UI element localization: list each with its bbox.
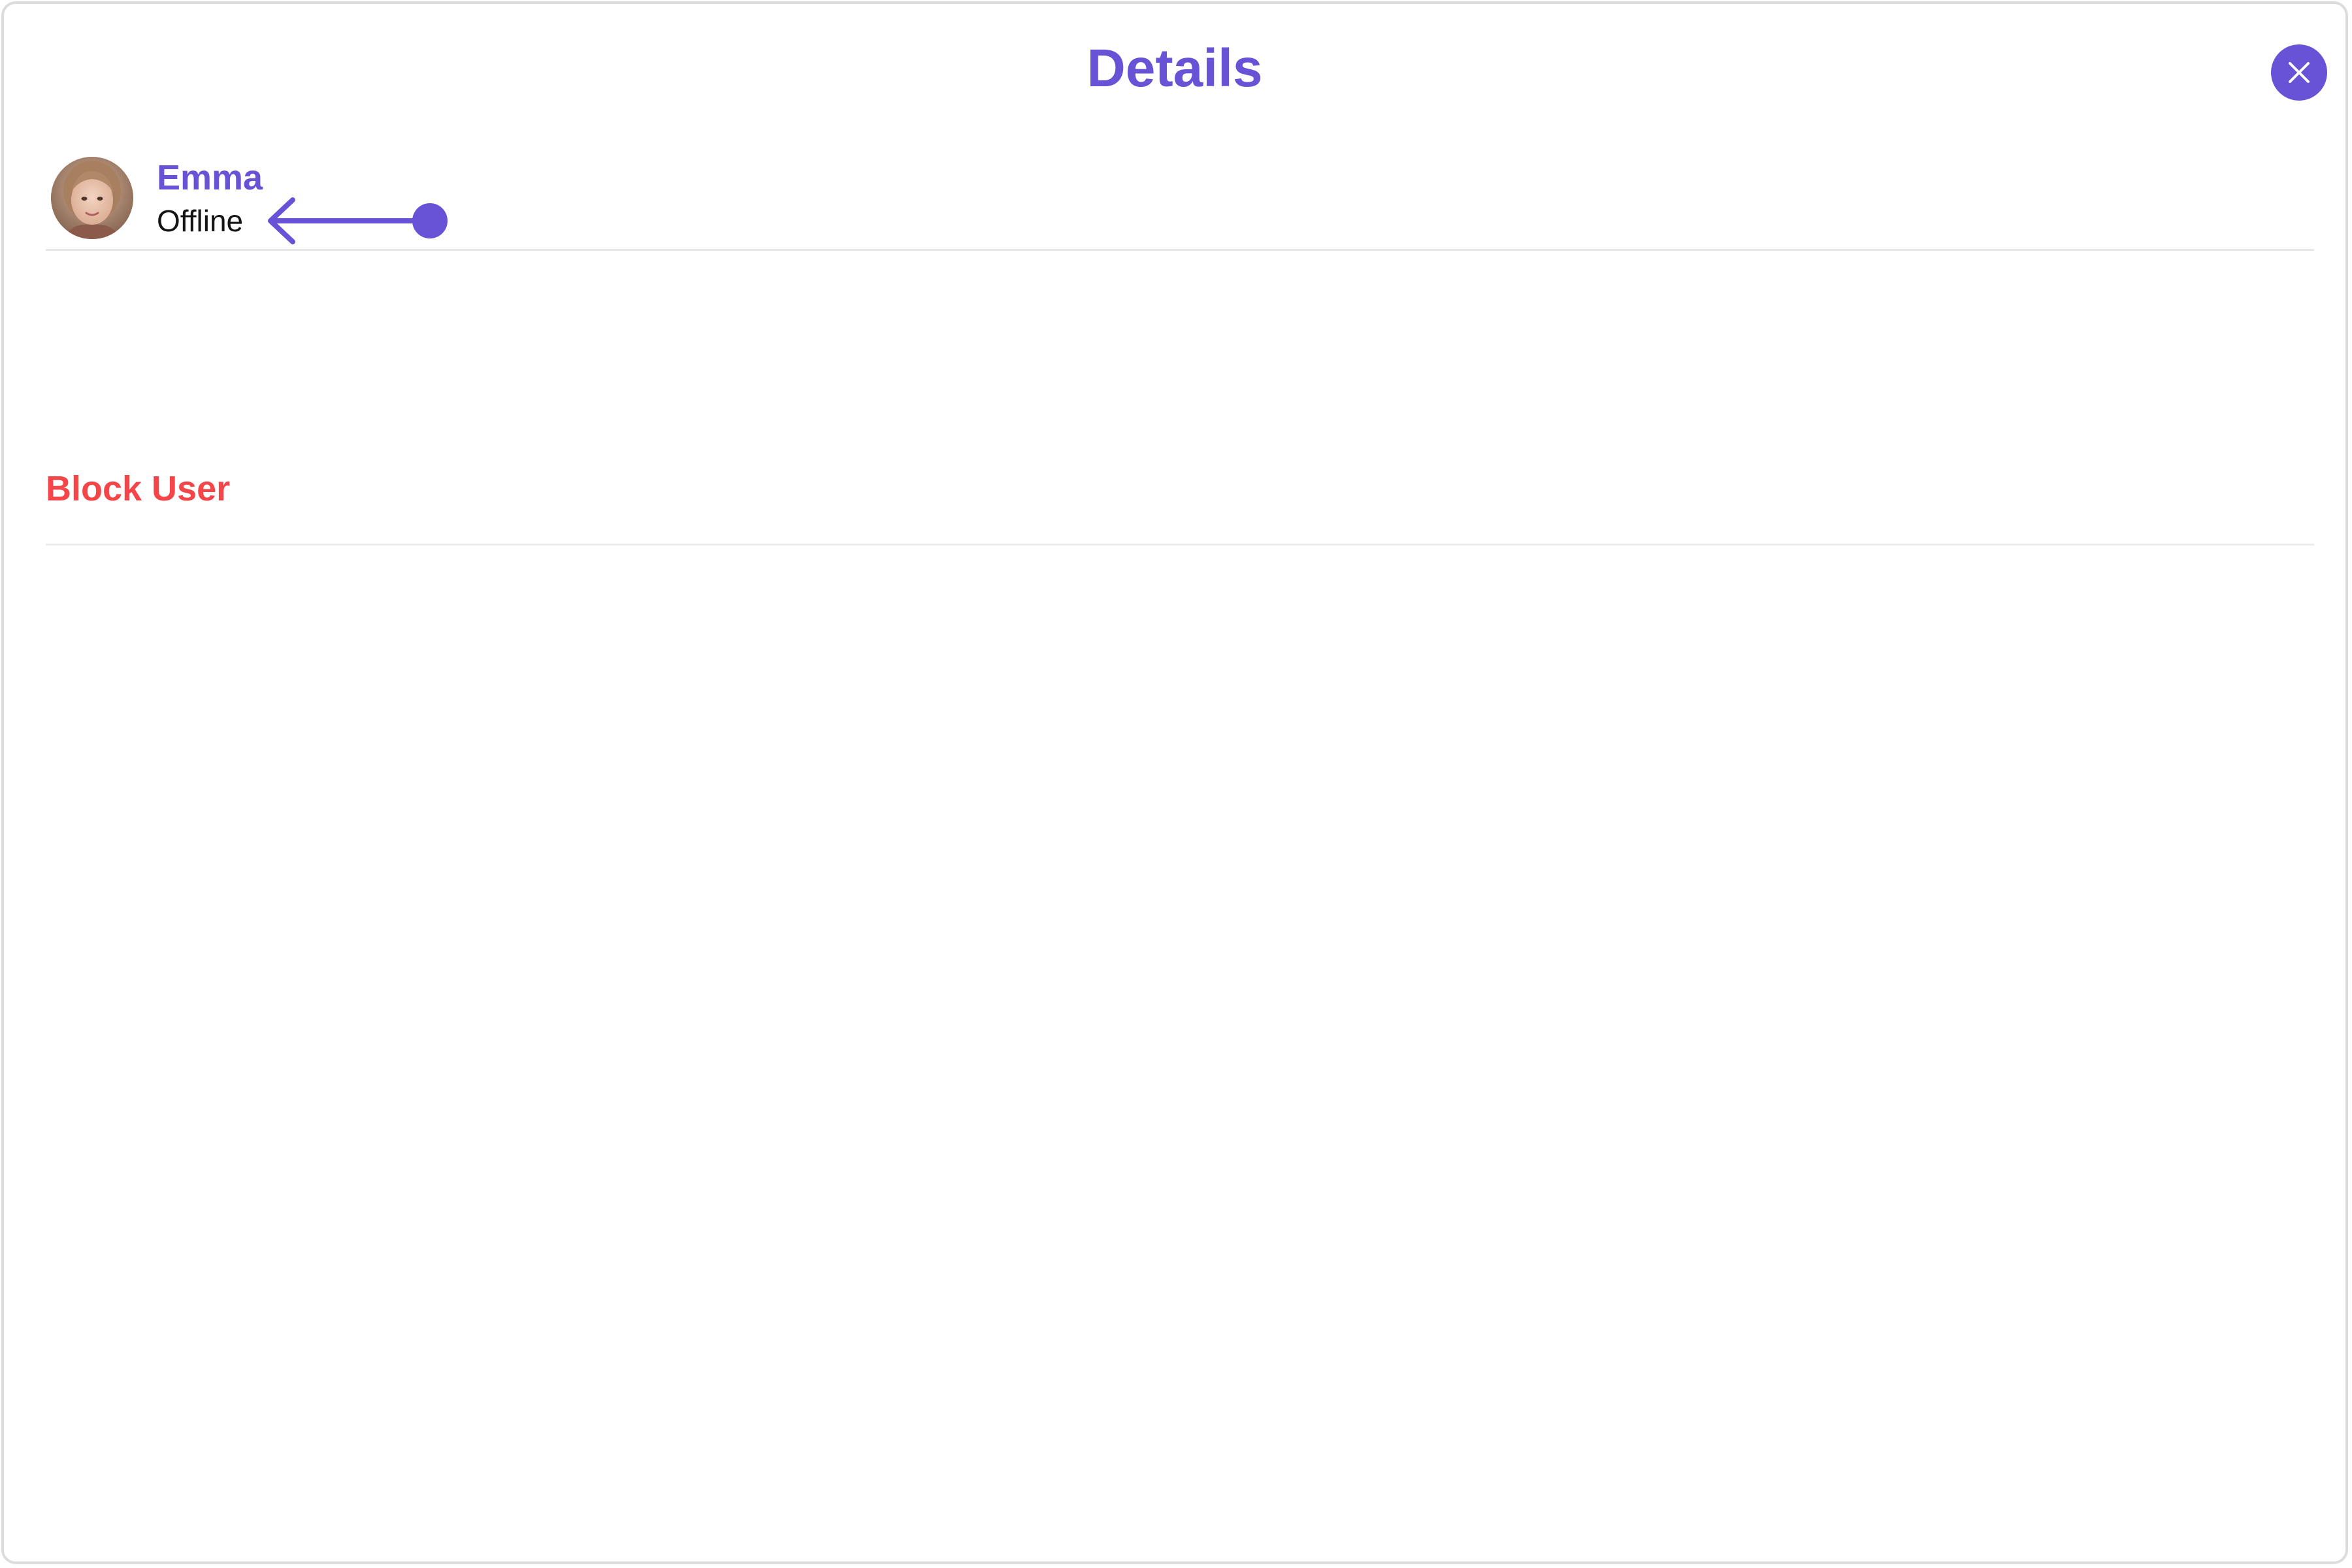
arrow-left-pointer-icon	[268, 197, 448, 244]
user-name: Emma	[157, 158, 263, 197]
close-button[interactable]	[2271, 44, 2327, 101]
details-panel: Details Emma Offline Block User	[1, 1, 2348, 1564]
page-title: Details	[1086, 39, 1263, 98]
header-divider	[46, 249, 2314, 251]
user-status: Offline	[157, 204, 244, 238]
close-icon	[2289, 62, 2310, 83]
action-divider	[46, 544, 2314, 546]
block-user-button[interactable]: Block User	[46, 468, 230, 510]
avatar	[51, 157, 133, 239]
